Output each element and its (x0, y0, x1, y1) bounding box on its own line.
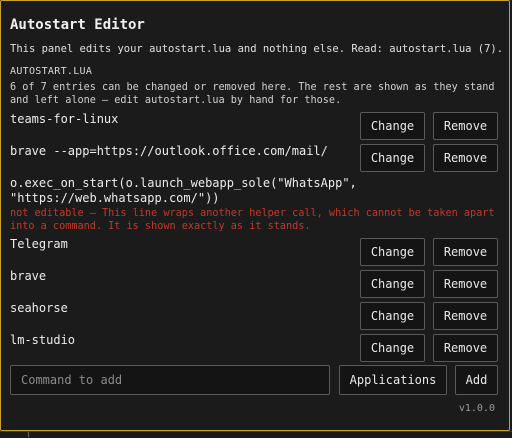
change-button[interactable]: Change (360, 112, 425, 140)
entry-command-seahorse: seahorse (10, 301, 68, 315)
entry-command-teams: teams-for-linux (10, 112, 119, 126)
not-editable-message: not editable — This line wraps another h… (10, 208, 495, 232)
entry-command-brave: brave (10, 269, 47, 283)
remove-button[interactable]: Remove (433, 334, 498, 362)
change-button[interactable]: Change (360, 302, 425, 330)
entry-command-telegram: Telegram (10, 237, 68, 251)
remove-button[interactable]: Remove (433, 144, 498, 172)
entry-command-lm-studio: lm-studio (10, 333, 76, 347)
remove-button[interactable]: Remove (433, 270, 498, 298)
version-label: v1.0.0 (458, 403, 495, 414)
add-button[interactable]: Add (455, 365, 498, 395)
change-button[interactable]: Change (360, 270, 425, 298)
change-button[interactable]: Change (360, 144, 425, 172)
entry-command-whatsapp: o.exec_on_start(o.launch_webapp_sole("Wh… (10, 176, 357, 205)
bottom-bar-divider (28, 432, 29, 437)
remove-button[interactable]: Remove (433, 302, 498, 330)
section-label: AUTOSTART.LUA (10, 66, 93, 77)
entries-note: 6 of 7 entries can be changed or removed… (10, 82, 495, 106)
command-input[interactable]: Command to add (10, 365, 330, 395)
change-button[interactable]: Change (360, 238, 425, 266)
remove-button[interactable]: Remove (433, 112, 498, 140)
remove-button[interactable]: Remove (433, 238, 498, 266)
panel-description: This panel edits your autostart.lua and … (10, 43, 504, 55)
panel-title: Autostart Editor (10, 17, 145, 33)
autostart-editor-panel: Autostart Editor This panel edits your a… (0, 0, 510, 431)
change-button[interactable]: Change (360, 334, 425, 362)
applications-button[interactable]: Applications (339, 365, 447, 395)
entry-command-brave-outlook: brave --app=https://outlook.office.com/m… (10, 144, 328, 158)
